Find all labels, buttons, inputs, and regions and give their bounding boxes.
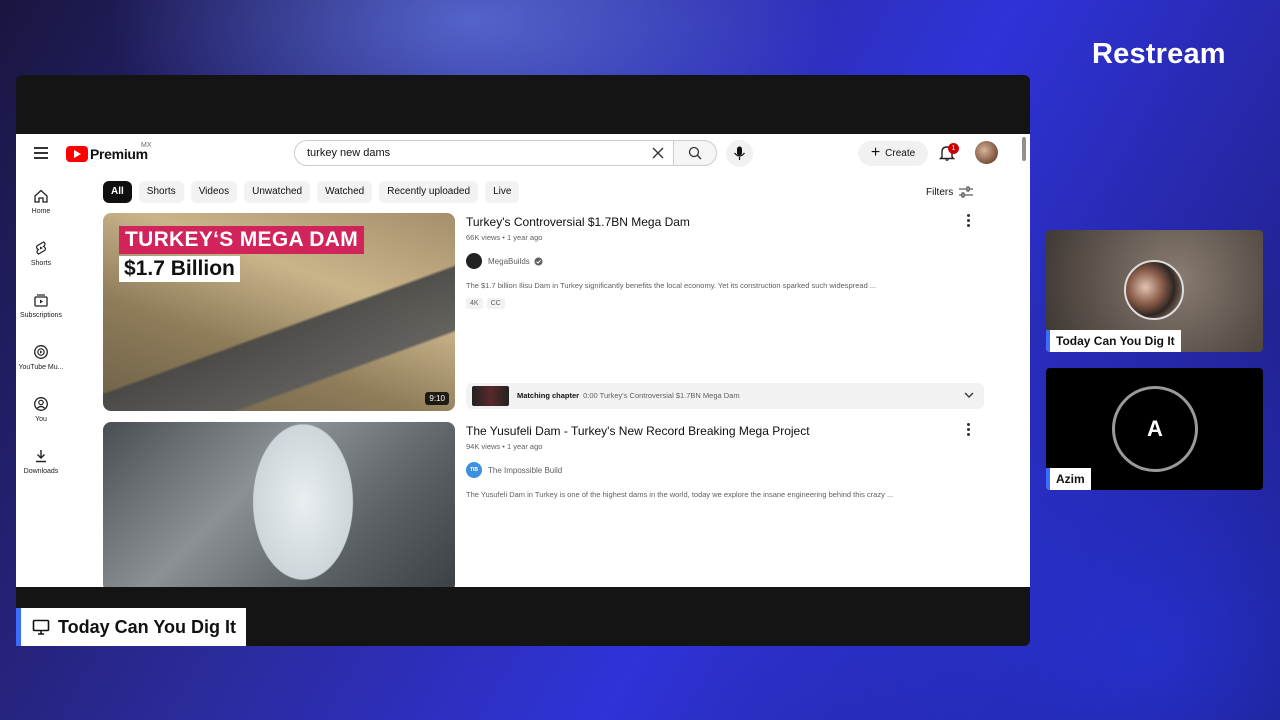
search-button[interactable] <box>673 140 717 166</box>
channel-link[interactable]: TIB The Impossible Build <box>466 462 562 478</box>
video-badges: 4K CC <box>466 298 509 309</box>
channel-avatar[interactable]: TIB <box>466 462 482 478</box>
chip-live[interactable]: Live <box>485 181 520 203</box>
more-options-icon[interactable] <box>967 423 971 438</box>
sidebar-item-downloads[interactable]: Downloads <box>16 448 66 475</box>
chevron-down-icon[interactable] <box>964 391 974 399</box>
country-code: MX <box>141 142 152 149</box>
verified-icon <box>534 257 543 265</box>
menu-icon[interactable] <box>34 147 48 159</box>
chip-watched[interactable]: Watched <box>317 181 373 203</box>
participant-tile[interactable]: A Azim <box>1046 368 1263 490</box>
shared-screen: Premium MX + Create 1 Home <box>16 134 1030 587</box>
chip-unwatched[interactable]: Unwatched <box>244 181 311 203</box>
microphone-icon <box>734 146 745 160</box>
badge-4k: 4K <box>466 298 483 309</box>
sidebar-label: Shorts <box>30 260 52 267</box>
subscriptions-icon <box>34 294 48 307</box>
create-button[interactable]: + Create <box>858 141 928 166</box>
sidebar-label: Home <box>31 208 51 215</box>
chapter-label: Matching chapter <box>517 391 580 400</box>
scrollbar[interactable] <box>1022 137 1026 161</box>
badge-cc: CC <box>486 298 505 309</box>
sidebar-item-you[interactable]: You <box>16 396 66 423</box>
sidebar-label: Downloads <box>23 468 59 475</box>
sidebar-item-shorts[interactable]: Shorts <box>16 240 66 267</box>
video-thumbnail[interactable]: TURKEY‘S MEGA DAM $1.7 Billion 9:10 <box>103 213 455 411</box>
channel-link[interactable]: MegaBuilds <box>466 253 543 269</box>
plus-icon: + <box>870 143 881 161</box>
channel-avatar[interactable] <box>466 253 482 269</box>
screen-share-label: Today Can You Dig It <box>16 608 247 646</box>
sidebar-item-subscriptions[interactable]: Subscriptions <box>16 292 66 319</box>
sidebar-label: You <box>35 416 47 423</box>
participant-initial-avatar: A <box>1112 386 1198 472</box>
search-box[interactable] <box>294 140 674 166</box>
youtube-play-icon <box>66 146 88 162</box>
more-options-icon[interactable] <box>967 214 971 229</box>
chapter-thumbnail <box>472 386 509 406</box>
filters-label: Filters <box>926 186 954 198</box>
video-meta: 94K views • 1 year ago <box>466 442 543 451</box>
chapter-text: 0:00 Turkey's Controversial $1.7BN Mega … <box>583 391 740 400</box>
sidebar-label: Subscriptions <box>19 312 63 319</box>
thumbnail-subtitle: $1.7 Billion <box>119 256 240 282</box>
chip-videos[interactable]: Videos <box>190 181 238 203</box>
voice-search-button[interactable] <box>726 140 753 167</box>
filter-chips: All Shorts Videos Unwatched Watched Rece… <box>103 181 526 203</box>
participant-name: Azim <box>1046 468 1091 490</box>
filter-sliders-icon <box>959 186 974 198</box>
chip-shorts[interactable]: Shorts <box>138 181 184 203</box>
video-title[interactable]: Turkey's Controversial $1.7BN Mega Dam <box>466 215 690 229</box>
video-title[interactable]: The Yusufeli Dam - Turkey's New Record B… <box>466 424 810 438</box>
filters-button[interactable]: Filters <box>926 186 974 198</box>
youtube-music-icon <box>34 345 48 359</box>
youtube-header: Premium MX + Create 1 <box>16 134 1030 174</box>
download-icon <box>36 450 46 463</box>
participant-avatar <box>1124 260 1184 320</box>
create-label: Create <box>885 148 916 159</box>
participant-tile[interactable]: Today Can You Dig It <box>1046 230 1263 352</box>
video-meta: 66K views • 1 year ago <box>466 233 543 242</box>
monitor-icon <box>32 619 50 635</box>
home-icon <box>34 189 48 203</box>
chip-all[interactable]: All <box>103 181 132 203</box>
screen-share-name: Today Can You Dig It <box>58 616 237 637</box>
restream-logo: Restream <box>1092 38 1226 70</box>
main-stage: Premium MX + Create 1 Home <box>16 75 1030 646</box>
sidebar-item-youtube-music[interactable]: YouTube Mu... <box>16 344 66 371</box>
you-icon <box>34 397 48 411</box>
search-icon <box>688 146 702 160</box>
search-input[interactable] <box>305 146 639 160</box>
video-duration: 9:10 <box>425 392 449 405</box>
avatar[interactable] <box>975 141 998 164</box>
participant-name: Today Can You Dig It <box>1046 330 1181 352</box>
matching-chapter[interactable]: Matching chapter 0:00 Turkey's Controvers… <box>466 383 984 409</box>
youtube-logo[interactable]: Premium MX <box>66 142 152 162</box>
video-description: The Yusufeli Dam in Turkey is one of the… <box>466 490 894 499</box>
logo-text: Premium <box>90 146 148 162</box>
chip-recently-uploaded[interactable]: Recently uploaded <box>379 181 479 203</box>
video-description: The $1.7 billion Ilisu Dam in Turkey sig… <box>466 281 877 290</box>
channel-name: MegaBuilds <box>488 256 530 266</box>
notification-badge: 1 <box>948 143 959 154</box>
thumbnail-title: TURKEY‘S MEGA DAM <box>119 226 364 254</box>
channel-name: The Impossible Build <box>488 465 563 475</box>
shorts-icon <box>35 241 47 255</box>
sidebar-item-home[interactable]: Home <box>16 188 66 215</box>
sidebar-label: YouTube Mu... <box>18 364 64 371</box>
video-thumbnail[interactable] <box>103 422 455 587</box>
close-icon[interactable] <box>651 146 665 160</box>
